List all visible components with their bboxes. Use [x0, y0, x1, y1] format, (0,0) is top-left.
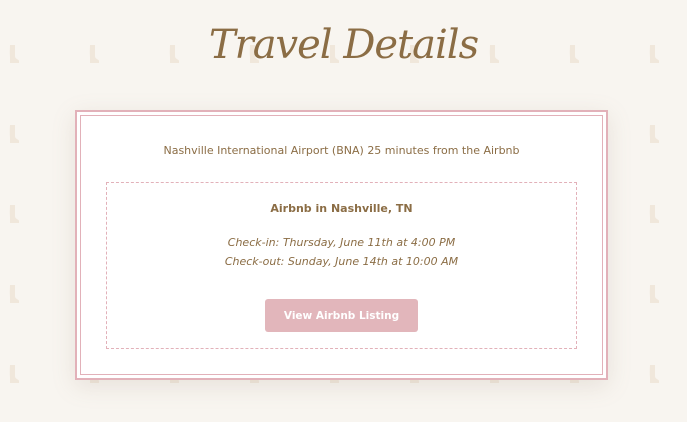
cowboy-boot-icon [9, 365, 19, 383]
airport-note: Nashville International Airport (BNA) 25… [163, 144, 520, 157]
view-airbnb-listing-button[interactable]: View Airbnb Listing [265, 299, 418, 332]
check-in-text: Check-in: Thursday, June 11th at 4:00 PM [227, 236, 456, 249]
check-out-text: Check-out: Sunday, June 14th at 10:00 AM [224, 255, 459, 268]
cowboy-boot-icon [649, 285, 659, 303]
page-title: Travel Details [208, 22, 479, 68]
cowboy-boot-icon [649, 125, 659, 143]
cowboy-boot-icon [649, 205, 659, 223]
cowboy-boot-icon [649, 365, 659, 383]
airbnb-stay-box: Airbnb in Nashville, TN Check-in: Thursd… [106, 182, 577, 349]
cowboy-boot-icon [9, 205, 19, 223]
cowboy-boot-icon [9, 125, 19, 143]
travel-details-card: Nashville International Airport (BNA) 25… [75, 110, 608, 380]
cowboy-boot-icon [9, 285, 19, 303]
stay-title: Airbnb in Nashville, TN [270, 202, 413, 215]
